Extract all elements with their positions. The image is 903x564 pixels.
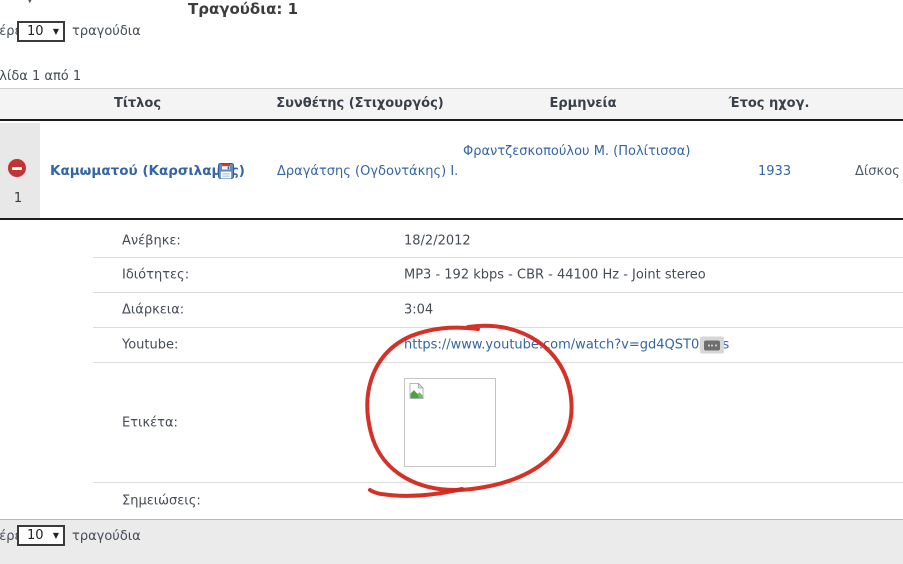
column-header-title[interactable]: Τίτλος: [40, 89, 235, 119]
page-size-value: 10: [19, 24, 53, 39]
songs-table-header: Τίτλος Συνθέτης (Στιχουργός) Ερμηνεία Έτ…: [0, 88, 903, 121]
row-divider: [0, 218, 903, 220]
page-title: Τραγούδια: 1: [188, 0, 298, 18]
broken-label-image[interactable]: [404, 378, 496, 467]
pagination-label: Σελίδα 1 από 1: [0, 69, 81, 84]
uploaded-value: 18/2/2012: [404, 234, 471, 249]
bottom-fetch-bar: Φέρε 10 ▼ τραγούδια: [0, 519, 903, 564]
duration-value: 3:04: [404, 303, 433, 318]
column-header-year[interactable]: Έτος ηχογ.: [686, 89, 852, 119]
song-composer-link[interactable]: Δραγάτσης (Ογδοντάκης) Ι.: [277, 164, 458, 179]
floppy-save-icon[interactable]: [218, 163, 234, 183]
column-header-composer[interactable]: Συνθέτης (Στιχουργός): [240, 89, 480, 119]
detail-row-notes: Σημειώσεις:: [93, 483, 903, 518]
label-image-label: Ετικέτα:: [122, 415, 178, 430]
remove-song-button[interactable]: [8, 159, 26, 177]
uploaded-label: Ανέβηκε:: [122, 234, 181, 249]
detail-row-duration: Διάρκεια: 3:04: [93, 293, 903, 328]
page: ▼ Τραγούδια: 1 Φέρε 10 ▼ τραγούδια Σελίδ…: [0, 0, 903, 564]
duration-label: Διάρκεια:: [122, 303, 184, 318]
select-arrow-icon: ▼: [53, 27, 63, 36]
notes-label: Σημειώσεις:: [122, 493, 201, 508]
fetch-count-suffix-label: τραγούδια: [72, 529, 141, 544]
row-number-cell: 1: [0, 123, 40, 218]
song-performer-link[interactable]: Φραντζεσκοπούλου Μ. (Πολίτισσα): [463, 144, 690, 159]
detail-row-properties: Ιδιότητες: MP3 - 192 kbps - CBR - 44100 …: [93, 258, 903, 293]
properties-value: MP3 - 192 kbps - CBR - 44100 Hz - Joint …: [404, 268, 706, 283]
page-size-select-bottom[interactable]: 10 ▼: [17, 525, 65, 546]
page-size-select[interactable]: 10 ▼: [17, 21, 65, 42]
song-title-link[interactable]: Καμωματού (Καρσιλαμάς): [50, 163, 245, 179]
ellipsis-icon: [704, 340, 720, 350]
fetch-count-suffix-label: τραγούδια: [72, 24, 141, 39]
select-arrow-icon: ▼: [53, 531, 63, 540]
ellipsis-embed-button[interactable]: [700, 337, 724, 354]
column-header-performer[interactable]: Ερμηνεία: [480, 89, 686, 119]
row-index: 1: [0, 191, 36, 206]
detail-row-youtube: Youtube: https://www.youtube.com/watch?v…: [93, 328, 903, 363]
youtube-label: Youtube:: [122, 338, 178, 353]
detail-row-uploaded: Ανέβηκε: 18/2/2012: [93, 225, 903, 258]
broken-image-icon: [409, 383, 424, 399]
song-source-label: Δίσκος: [855, 164, 900, 179]
cropped-dropdown-arrow-icon: ▼: [26, 0, 34, 5]
properties-label: Ιδιότητες:: [122, 268, 189, 283]
page-size-value: 10: [19, 528, 53, 543]
youtube-link[interactable]: https://www.youtube.com/watch?v=gd4QST0z…: [404, 338, 729, 353]
detail-row-label-image: Ετικέτα:: [93, 363, 903, 483]
song-year-link[interactable]: 1933: [758, 164, 790, 179]
